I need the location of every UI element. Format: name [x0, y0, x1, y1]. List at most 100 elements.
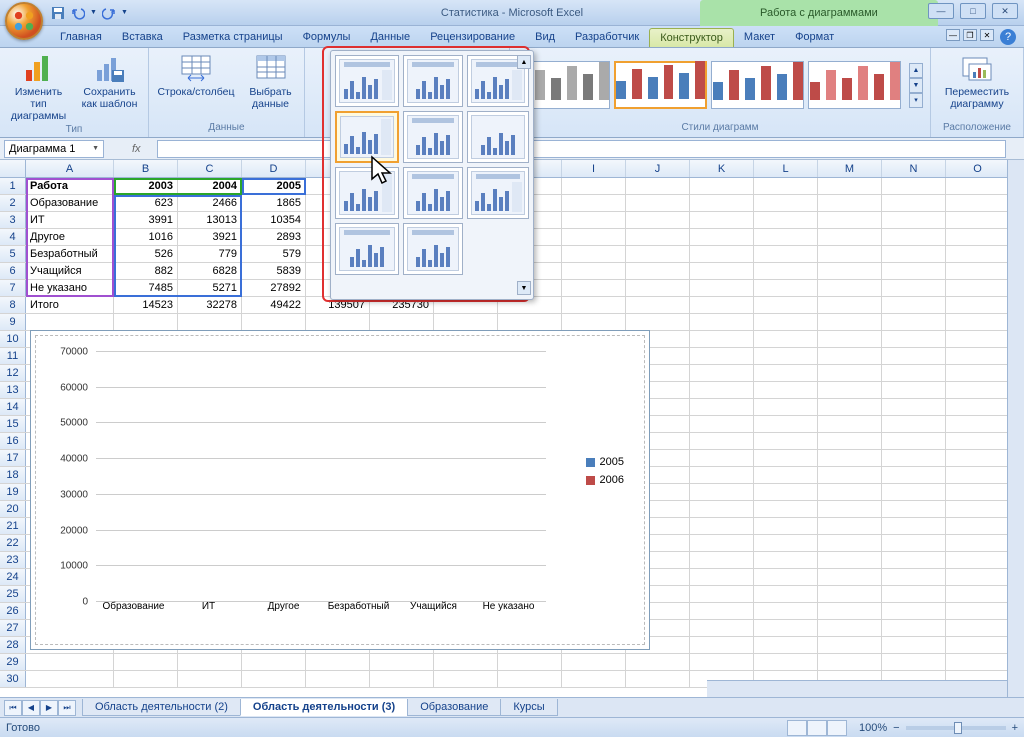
row-header-28[interactable]: 28 — [0, 637, 26, 653]
cell-O10[interactable] — [946, 331, 1010, 347]
cell-D30[interactable] — [242, 671, 306, 687]
cell-L10[interactable] — [754, 331, 818, 347]
cell-M23[interactable] — [818, 552, 882, 568]
cell-E30[interactable] — [306, 671, 370, 687]
cell-N18[interactable] — [882, 467, 946, 483]
cell-N7[interactable] — [882, 280, 946, 296]
cell-M13[interactable] — [818, 382, 882, 398]
move-chart-button[interactable]: Переместить диаграмму — [937, 50, 1017, 110]
col-header-B[interactable]: B — [114, 160, 178, 177]
cell-N3[interactable] — [882, 212, 946, 228]
cell-N20[interactable] — [882, 501, 946, 517]
row-header-11[interactable]: 11 — [0, 348, 26, 364]
row-header-27[interactable]: 27 — [0, 620, 26, 636]
cell-J4[interactable] — [626, 229, 690, 245]
tab-Данные[interactable]: Данные — [360, 28, 420, 47]
cell-K3[interactable] — [690, 212, 754, 228]
cell-N28[interactable] — [882, 637, 946, 653]
chart-layout-1[interactable] — [335, 55, 399, 107]
cell-C8[interactable]: 32278 — [178, 297, 242, 313]
cell-L21[interactable] — [754, 518, 818, 534]
cell-A3[interactable]: ИТ — [26, 212, 114, 228]
row-header-6[interactable]: 6 — [0, 263, 26, 279]
cell-L16[interactable] — [754, 433, 818, 449]
cell-E9[interactable] — [306, 314, 370, 330]
col-header-L[interactable]: L — [754, 160, 818, 177]
cell-J3[interactable] — [626, 212, 690, 228]
cell-L27[interactable] — [754, 620, 818, 636]
row-header-1[interactable]: 1 — [0, 178, 26, 194]
cell-O2[interactable] — [946, 195, 1010, 211]
cell-N25[interactable] — [882, 586, 946, 602]
cell-M7[interactable] — [818, 280, 882, 296]
chart-plot-area[interactable] — [96, 352, 546, 602]
cell-M27[interactable] — [818, 620, 882, 636]
cell-D2[interactable]: 1865 — [242, 195, 306, 211]
cell-L9[interactable] — [754, 314, 818, 330]
cell-K4[interactable] — [690, 229, 754, 245]
cell-J29[interactable] — [626, 654, 690, 670]
cell-G29[interactable] — [434, 654, 498, 670]
cell-B30[interactable] — [114, 671, 178, 687]
cell-D3[interactable]: 10354 — [242, 212, 306, 228]
cell-M19[interactable] — [818, 484, 882, 500]
col-header-C[interactable]: C — [178, 160, 242, 177]
cell-A9[interactable] — [26, 314, 114, 330]
cell-N26[interactable] — [882, 603, 946, 619]
cell-O29[interactable] — [946, 654, 1010, 670]
cell-B4[interactable]: 1016 — [114, 229, 178, 245]
cell-N9[interactable] — [882, 314, 946, 330]
cell-H30[interactable] — [498, 671, 562, 687]
tab-Конструктор[interactable]: Конструктор — [649, 28, 734, 47]
cell-N6[interactable] — [882, 263, 946, 279]
cell-K29[interactable] — [690, 654, 754, 670]
cell-I5[interactable] — [562, 246, 626, 262]
cell-K21[interactable] — [690, 518, 754, 534]
cell-B1[interactable]: 2003 — [114, 178, 178, 194]
cell-M25[interactable] — [818, 586, 882, 602]
sheet-tab-3[interactable]: Курсы — [500, 699, 557, 716]
row-header-2[interactable]: 2 — [0, 195, 26, 211]
row-header-13[interactable]: 13 — [0, 382, 26, 398]
cell-G30[interactable] — [434, 671, 498, 687]
tab-Разработчик[interactable]: Разработчик — [565, 28, 649, 47]
cell-K19[interactable] — [690, 484, 754, 500]
row-header-21[interactable]: 21 — [0, 518, 26, 534]
tab-Формулы[interactable]: Формулы — [293, 28, 361, 47]
sheet-nav-next[interactable]: ▶ — [40, 700, 58, 716]
cell-B5[interactable]: 526 — [114, 246, 178, 262]
layout-scroll-up[interactable]: ▲ — [517, 55, 531, 69]
chart-style-4[interactable] — [808, 61, 901, 109]
cell-I8[interactable] — [562, 297, 626, 313]
cell-L5[interactable] — [754, 246, 818, 262]
cell-N24[interactable] — [882, 569, 946, 585]
row-header-20[interactable]: 20 — [0, 501, 26, 517]
chart-layout-8[interactable] — [403, 167, 463, 219]
col-header-M[interactable]: M — [818, 160, 882, 177]
cell-B7[interactable]: 7485 — [114, 280, 178, 296]
office-button[interactable] — [5, 2, 43, 40]
legend-item-2005[interactable]: 2005 — [586, 456, 624, 468]
cell-K23[interactable] — [690, 552, 754, 568]
tab-Разметка страницы[interactable]: Разметка страницы — [173, 28, 293, 47]
cell-A6[interactable]: Учащийся — [26, 263, 114, 279]
cell-K13[interactable] — [690, 382, 754, 398]
cell-L7[interactable] — [754, 280, 818, 296]
cell-B3[interactable]: 3991 — [114, 212, 178, 228]
cell-B2[interactable]: 623 — [114, 195, 178, 211]
cell-F9[interactable] — [370, 314, 434, 330]
cell-L6[interactable] — [754, 263, 818, 279]
workbook-close[interactable]: ✕ — [980, 29, 994, 41]
cell-C4[interactable]: 3921 — [178, 229, 242, 245]
cell-M24[interactable] — [818, 569, 882, 585]
zoom-label[interactable]: 100% — [859, 722, 887, 734]
col-header-A[interactable]: A — [26, 160, 114, 177]
cell-A2[interactable]: Образование — [26, 195, 114, 211]
cell-A4[interactable]: Другое — [26, 229, 114, 245]
cell-L17[interactable] — [754, 450, 818, 466]
chart-style-3[interactable] — [711, 61, 804, 109]
cell-N1[interactable] — [882, 178, 946, 194]
zoom-out[interactable]: − — [893, 722, 899, 734]
cell-M28[interactable] — [818, 637, 882, 653]
cell-M9[interactable] — [818, 314, 882, 330]
